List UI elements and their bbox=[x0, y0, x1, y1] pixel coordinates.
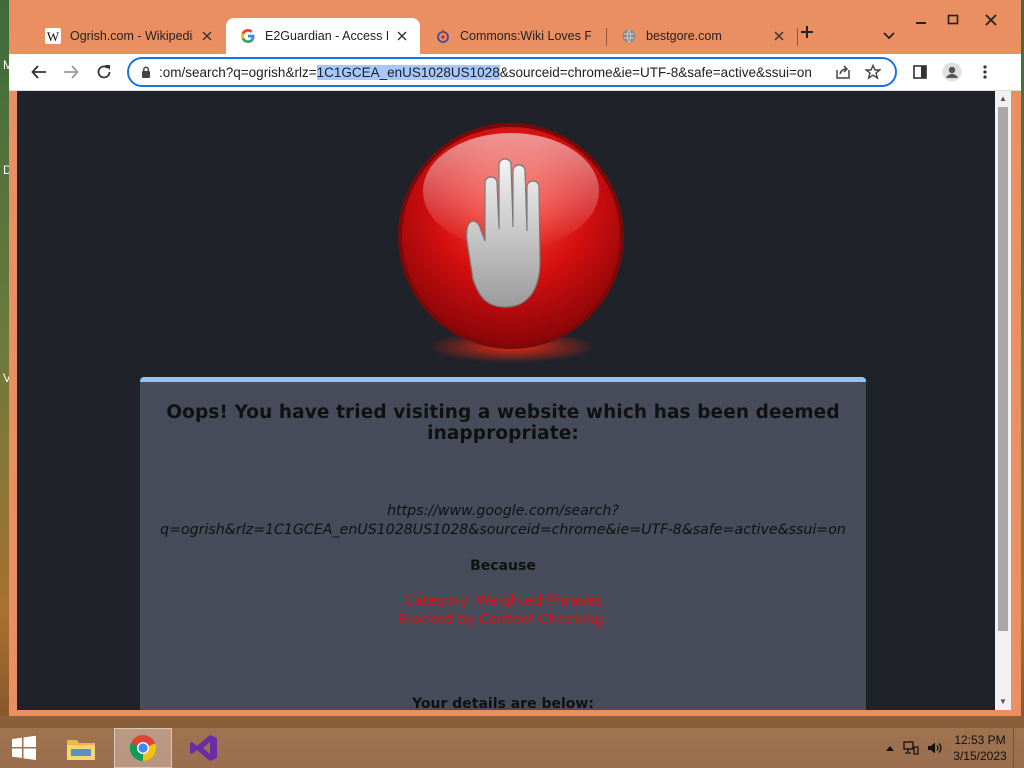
tab-title: Ogrish.com - Wikipedia bbox=[70, 29, 193, 43]
start-icon bbox=[12, 735, 36, 760]
stop-hand-icon bbox=[398, 123, 624, 363]
new-tab-button[interactable] bbox=[795, 20, 819, 44]
taskbar-chrome[interactable] bbox=[114, 728, 172, 768]
url-text-after: &sourceid=chrome&ie=UTF-8&safe=active&ss… bbox=[499, 64, 812, 80]
show-hidden-icons-button[interactable] bbox=[881, 745, 899, 751]
chevron-up-icon bbox=[886, 746, 894, 751]
tab-close-icon[interactable] bbox=[199, 28, 215, 44]
arrow-right-icon bbox=[64, 65, 79, 79]
tab-title: E2Guardian - Access De bbox=[265, 29, 388, 43]
tab-search-button[interactable] bbox=[877, 24, 901, 48]
menu-button[interactable] bbox=[971, 58, 999, 86]
block-message-panel: Oops! You have tried visiting a website … bbox=[140, 377, 866, 710]
profile-button[interactable] bbox=[938, 58, 966, 86]
tab-bestgore[interactable]: bestgore.com bbox=[607, 18, 797, 54]
blocked-url-line: q=ogrish&rlz=1C1GCEA_enUS1028US1028&sour… bbox=[160, 522, 846, 538]
network-icon[interactable] bbox=[899, 741, 923, 755]
chrome-icon bbox=[129, 735, 157, 762]
profile-avatar-icon bbox=[942, 62, 962, 82]
tab-ogrish-wikipedia[interactable]: W Ogrish.com - Wikipedia bbox=[31, 18, 225, 54]
blocked-url-line: https://www.google.com/search? bbox=[387, 503, 619, 519]
tab-e2guardian[interactable]: E2Guardian - Access De bbox=[226, 18, 420, 54]
tab-title: Commons:Wiki Loves F bbox=[460, 29, 591, 43]
because-label: Because bbox=[470, 558, 536, 574]
tab-close-icon[interactable] bbox=[771, 28, 787, 44]
side-panel-button[interactable] bbox=[906, 58, 934, 86]
chevron-down-icon bbox=[883, 32, 895, 40]
plus-icon bbox=[801, 26, 813, 38]
wikipedia-icon: W bbox=[45, 28, 61, 44]
taskbar: 12:53 PM 3/15/2023 bbox=[0, 728, 1024, 768]
minimize-button[interactable] bbox=[905, 10, 937, 30]
google-icon bbox=[240, 28, 256, 44]
window-controls bbox=[905, 10, 1013, 30]
clock-date: 3/15/2023 bbox=[953, 749, 1007, 763]
url-text-selected: 1C1GCEA_enUS1028US1028 bbox=[316, 64, 500, 80]
lock-icon[interactable] bbox=[139, 65, 153, 79]
forward-button[interactable] bbox=[57, 58, 85, 86]
commons-icon bbox=[435, 28, 451, 44]
close-window-button[interactable] bbox=[969, 10, 1013, 30]
back-button[interactable] bbox=[25, 58, 53, 86]
desktop-strip bbox=[0, 716, 1024, 728]
system-tray: 12:53 PM 3/15/2023 bbox=[881, 728, 1024, 768]
block-title: Oops! You have tried visiting a website … bbox=[166, 402, 840, 444]
browser-window: W Ogrish.com - Wikipedia E2Guardian - Ac… bbox=[9, 0, 1021, 716]
taskbar-clock[interactable]: 12:53 PM 3/15/2023 bbox=[947, 732, 1013, 764]
bookmark-star-icon[interactable] bbox=[863, 62, 883, 82]
taskbar-file-explorer[interactable] bbox=[57, 728, 105, 768]
scroll-up-icon[interactable]: ▲ bbox=[999, 95, 1007, 103]
url-text-before: :om/search?q=ogrish&rlz= bbox=[159, 64, 317, 80]
kebab-menu-icon bbox=[983, 65, 987, 79]
maximize-icon bbox=[947, 14, 959, 25]
scroll-down-icon[interactable]: ▼ bbox=[999, 698, 1007, 706]
volume-icon[interactable] bbox=[923, 741, 947, 755]
file-explorer-icon bbox=[67, 740, 95, 760]
block-reason: Category: Weighted Phrases Blocked by Co… bbox=[140, 592, 866, 630]
share-icon[interactable] bbox=[833, 62, 853, 82]
tab-title: bestgore.com bbox=[646, 29, 722, 43]
block-method: Blocked by Content Checking. bbox=[397, 612, 609, 628]
tab-close-icon[interactable] bbox=[394, 28, 410, 44]
visual-studio-icon bbox=[190, 735, 217, 761]
clock-time: 12:53 PM bbox=[954, 733, 1006, 747]
maximize-button[interactable] bbox=[937, 10, 969, 30]
side-panel-icon bbox=[913, 65, 927, 79]
browser-toolbar: :om/search?q=ogrish&rlz=1C1GCEA_enUS1028… bbox=[9, 54, 1021, 91]
start-button[interactable] bbox=[0, 728, 48, 768]
reload-icon bbox=[97, 65, 111, 79]
blocked-url: https://www.google.com/search? q=ogrish&… bbox=[140, 502, 866, 540]
page-viewport: Oops! You have tried visiting a website … bbox=[17, 91, 1011, 710]
minimize-icon bbox=[916, 22, 926, 24]
details-heading: Your details are below: bbox=[412, 696, 594, 710]
address-bar[interactable]: :om/search?q=ogrish&rlz=1C1GCEA_enUS1028… bbox=[127, 57, 897, 87]
vertical-scrollbar[interactable]: ▲ ▼ bbox=[995, 91, 1011, 710]
address-bar-url[interactable]: :om/search?q=ogrish&rlz=1C1GCEA_enUS1028… bbox=[159, 64, 833, 80]
arrow-left-icon bbox=[31, 65, 46, 79]
scrollbar-thumb[interactable] bbox=[998, 107, 1008, 631]
show-desktop-button[interactable] bbox=[1013, 728, 1024, 768]
close-icon bbox=[985, 14, 997, 26]
reload-button[interactable] bbox=[90, 58, 118, 86]
tab-commons[interactable]: Commons:Wiki Loves F bbox=[421, 18, 601, 54]
tab-strip: W Ogrish.com - Wikipedia E2Guardian - Ac… bbox=[21, 18, 901, 54]
taskbar-visual-studio[interactable] bbox=[180, 728, 228, 768]
svg-text:W: W bbox=[47, 29, 60, 44]
block-category: Category: Weighted Phrases bbox=[404, 593, 602, 609]
globe-icon bbox=[621, 28, 637, 44]
